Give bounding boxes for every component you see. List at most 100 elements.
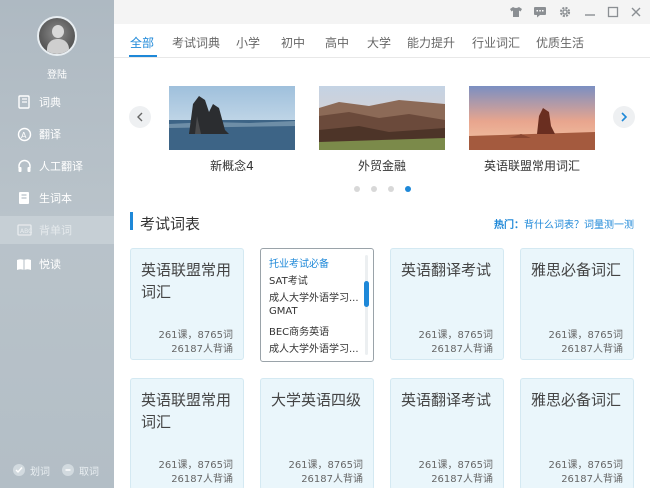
carousel-dot[interactable] — [388, 186, 394, 192]
hot-label: 热门： — [494, 220, 524, 231]
carousel-slide-image[interactable] — [469, 86, 595, 150]
sidebar-item-human-translate[interactable]: 人工翻译 — [0, 152, 114, 180]
card-learners: 26187人背诵 — [561, 474, 623, 485]
card-learners: 26187人背诵 — [301, 474, 363, 485]
card-lessons: 261课，8765词 — [288, 460, 363, 471]
svg-text:ABC: ABC — [20, 228, 32, 235]
hot-link[interactable]: 背什么词表？词量测一测 — [524, 220, 634, 231]
card-title: 英语翻译考试 — [401, 261, 492, 279]
card-learners: 26187人背诵 — [171, 344, 233, 355]
carousel-slide-image[interactable] — [169, 86, 295, 150]
sidebar-item-label: 生词本 — [39, 192, 72, 205]
wordlist-card[interactable]: 雅思必备词汇 261课，8765词 26187人背诵 — [520, 248, 634, 360]
wordlist-card[interactable]: 大学英语四级 261课，8765词 26187人背诵 — [260, 378, 374, 488]
svg-text:A: A — [21, 131, 27, 140]
tab-middle-school[interactable]: 初中 — [281, 34, 305, 51]
sidebar-item-dictionary[interactable]: 词典 — [0, 88, 114, 116]
carousel-dot[interactable] — [354, 186, 360, 192]
card-title: 英语联盟常用词汇 — [141, 261, 232, 301]
carousel-slide-title: 外贸金融 — [357, 159, 406, 173]
word-select-toggle[interactable]: 划词 — [13, 463, 50, 478]
sidebar-bottom-bar: 划词 取词 — [0, 462, 114, 478]
carousel-dot[interactable] — [371, 186, 377, 192]
category-tabs: 全部 考试词典 小学 初中 高中 大学 能力提升 行业词汇 优质生活 — [114, 24, 650, 58]
sidebar-item-label: 悦读 — [39, 258, 61, 271]
check-icon — [13, 464, 25, 476]
card-title: 雅思必备词汇 — [531, 391, 622, 409]
flashcard-icon: ABC — [16, 222, 32, 238]
sidebar-item-translate[interactable]: A 翻译 — [0, 120, 114, 148]
tab-industry-vocab[interactable]: 行业词汇 — [472, 34, 520, 51]
dropdown-option[interactable]: 成人大学外语学习... — [269, 289, 359, 304]
notebook-icon — [16, 190, 32, 206]
chevron-right-icon — [621, 112, 628, 122]
chevron-left-icon — [137, 112, 143, 122]
card-title: 大学英语四级 — [271, 391, 362, 409]
tab-quality-life[interactable]: 优质生活 — [536, 34, 584, 51]
sidebar-item-wordbook[interactable]: 生词本 — [0, 184, 114, 212]
minimize-icon[interactable] — [582, 4, 598, 20]
section-title: 考试词表 — [140, 215, 201, 233]
minus-icon — [62, 464, 74, 476]
login-link[interactable]: 登陆 — [0, 66, 114, 81]
wordlist-card[interactable]: 英语翻译考试 261课，8765词 26187人背诵 — [390, 378, 504, 488]
sidebar-item-vocab[interactable]: ABC 背单词 — [0, 216, 114, 244]
sidebar: 登陆 词典 A 翻译 人工翻译 生词本 ABC 背单词 悦读 划词 取词 — [0, 0, 114, 488]
close-icon[interactable] — [628, 4, 644, 20]
avatar[interactable] — [37, 16, 77, 56]
tab-exam-dictionary[interactable]: 考试词典 — [172, 34, 220, 51]
carousel-next-button[interactable] — [613, 106, 635, 128]
sidebar-item-label: 人工翻译 — [39, 160, 83, 173]
carousel-slide-title: 新概念4 — [210, 159, 254, 173]
carousel-slide-image[interactable] — [319, 86, 445, 150]
dropdown-option[interactable]: 成人大学外语学习... — [269, 340, 359, 355]
card-lessons: 261课，8765词 — [418, 330, 493, 341]
tab-university[interactable]: 大学 — [367, 34, 391, 51]
book-icon — [16, 94, 32, 110]
section-accent-bar — [130, 212, 133, 230]
tab-all[interactable]: 全部 — [130, 34, 154, 51]
dropdown-option[interactable]: SAT考试 — [269, 272, 308, 287]
wordlist-card[interactable]: 雅思必备词汇 261课，8765词 26187人背诵 — [520, 378, 634, 488]
wordlist-card[interactable]: 英语联盟常用词汇 261课，8765词 26187人背诵 — [130, 378, 244, 488]
sidebar-item-reading[interactable]: 悦读 — [0, 250, 114, 278]
sidebar-item-label: 背单词 — [39, 224, 72, 237]
dropdown-option[interactable]: 托业考试必备 — [269, 255, 329, 270]
card-learners: 26187人背诵 — [431, 474, 493, 485]
dropdown-option[interactable]: GMAT — [269, 306, 298, 317]
translate-icon: A — [16, 126, 32, 142]
tab-skill-improvement[interactable]: 能力提升 — [407, 34, 455, 51]
tab-high-school[interactable]: 高中 — [325, 34, 349, 51]
card-title: 英语翻译考试 — [401, 391, 492, 409]
maximize-icon[interactable] — [605, 4, 621, 20]
card-lessons: 261课，8765词 — [158, 460, 233, 471]
wordlist-card[interactable]: 英语翻译考试 261课，8765词 26187人背诵 — [390, 248, 504, 360]
chat-icon[interactable] — [532, 4, 548, 20]
carousel-dot-active[interactable] — [405, 186, 411, 192]
wordlist-card[interactable]: 英语联盟常用词汇 261课，8765词 26187人背诵 — [130, 248, 244, 360]
active-tab-indicator — [129, 55, 157, 57]
card-lessons: 261课，8765词 — [548, 460, 623, 471]
card-learners: 26187人背诵 — [171, 474, 233, 485]
carousel-slide-title: 英语联盟常用词汇 — [483, 159, 580, 173]
scrollbar-thumb[interactable] — [364, 281, 369, 307]
card-lessons: 261课，8765词 — [158, 330, 233, 341]
headset-icon — [16, 158, 32, 174]
reading-icon — [16, 256, 32, 272]
carousel-prev-button[interactable] — [129, 106, 151, 128]
dropdown-option[interactable]: BEC商务英语 — [269, 323, 329, 338]
card-lessons: 261课，8765词 — [548, 330, 623, 341]
card-title: 雅思必备词汇 — [531, 261, 622, 279]
card-learners: 26187人背诵 — [561, 344, 623, 355]
shirt-icon[interactable] — [508, 4, 524, 20]
card-lessons: 261课，8765词 — [418, 460, 493, 471]
carousel-pagination — [354, 186, 422, 192]
tab-primary-school[interactable]: 小学 — [236, 34, 260, 51]
word-capture-toggle[interactable]: 取词 — [62, 463, 99, 478]
hot-links: 热门：背什么词表？词量测一测 — [494, 216, 634, 231]
exam-list-dropdown[interactable]: 托业考试必备 SAT考试 成人大学外语学习... GMAT BEC商务英语 成人… — [260, 248, 374, 362]
title-bar — [114, 0, 650, 24]
sidebar-item-label: 词典 — [39, 96, 61, 109]
card-learners: 26187人背诵 — [431, 344, 493, 355]
gear-icon[interactable] — [557, 4, 573, 20]
